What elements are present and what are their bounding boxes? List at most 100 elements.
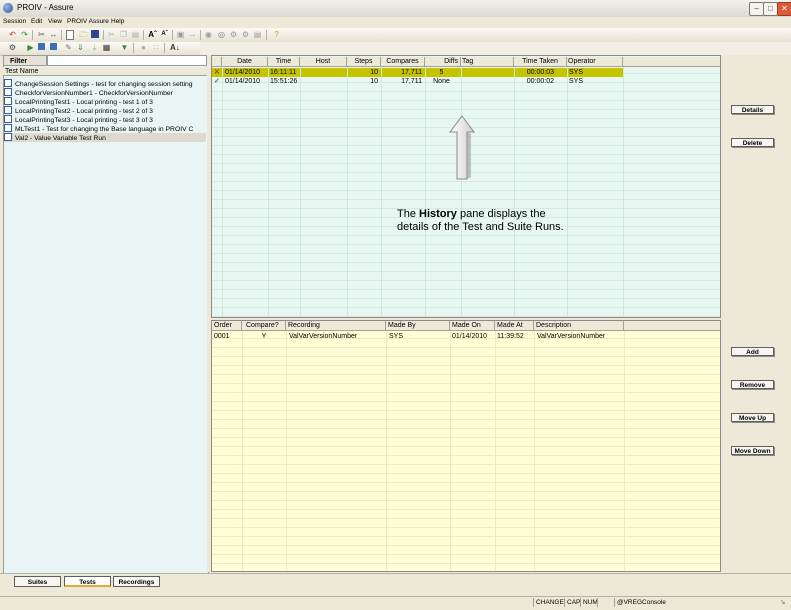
history-annotation: The History pane displays the details of… [397, 208, 567, 234]
list-item[interactable]: LocalPrintingTest3 - Local printing - te… [4, 115, 206, 124]
history-col-tag[interactable]: Tag [461, 57, 514, 67]
maximize-button[interactable]: □ [763, 2, 778, 16]
details-button[interactable]: Details [731, 105, 774, 114]
remove-button[interactable]: Remove [731, 380, 774, 389]
cut-icon[interactable]: ✂ [37, 30, 46, 39]
history-col-time-taken[interactable]: Time Taken [514, 57, 567, 67]
font-increase-icon[interactable]: Aˆ [148, 30, 157, 39]
grid-line [386, 331, 387, 571]
history-col-time[interactable]: Time [268, 57, 300, 67]
status-bar [0, 596, 791, 610]
move-up-button[interactable]: Move Up [731, 413, 774, 422]
resize-grip-icon[interactable]: ↘ [778, 598, 785, 607]
font-decrease-icon[interactable]: Aˇ [160, 30, 169, 39]
help-icon[interactable]: ? [272, 30, 281, 39]
test-icon [4, 88, 12, 96]
table-row-selected[interactable]: ✕ 01/14/2010 16:11:11 10 17,711 5 00:00:… [212, 68, 623, 77]
grid-line [567, 67, 568, 317]
history-col-steps[interactable]: Steps [347, 57, 381, 67]
grid-icon[interactable] [38, 43, 45, 50]
status-mode: CHANGE [533, 598, 564, 607]
list-item-selected[interactable]: Val2 - Value Variable Test Run [4, 133, 206, 142]
menu-view[interactable]: View [48, 18, 62, 25]
history-date: 01/14/2010 [225, 69, 261, 76]
grid-line [222, 67, 223, 317]
menu-help[interactable]: Help [111, 18, 124, 25]
list-item[interactable]: ChangeSession Settings - test for changi… [4, 79, 206, 88]
history-time: 16:11:11 [270, 69, 297, 76]
close-button[interactable]: ✕ [777, 2, 791, 16]
add-test-icon[interactable]: ⚙ [8, 43, 17, 52]
menu-session[interactable]: Session [3, 18, 26, 25]
history-col-diffs[interactable]: Diffs [425, 57, 461, 67]
table-row[interactable]: 0001 Y ValVarVersionNumber SYS 01/14/201… [212, 332, 624, 341]
redo-icon[interactable]: ↷ [20, 30, 29, 39]
list-item[interactable]: CheckforVersionNumber1 - CheckforVersion… [4, 88, 206, 97]
grid-line [450, 331, 451, 571]
history-col-host[interactable]: Host [300, 57, 347, 67]
filter-icon[interactable]: ▼ [120, 43, 129, 52]
move-down-button[interactable]: Move Down [731, 446, 774, 455]
history-date: 01/14/2010 [225, 78, 261, 85]
play-all-icon[interactable]: ◎ [217, 30, 226, 39]
filter-label: Filter [3, 55, 47, 66]
table-icon[interactable] [50, 43, 57, 50]
list-item[interactable]: MLTest1 - Test for changing the Base lan… [4, 124, 206, 133]
paste-icon: ▤ [131, 30, 140, 39]
filter-input[interactable] [47, 55, 207, 66]
menu-proiv-assure[interactable]: PROIV Assure [67, 18, 109, 25]
history-time: 15:51:26 [270, 78, 298, 85]
add-button[interactable]: Add [731, 347, 774, 356]
grid-line [347, 67, 348, 317]
history-steps: 10 [370, 78, 378, 85]
minimize-button[interactable]: – [749, 2, 764, 16]
arrows-icon[interactable]: ↔ [49, 30, 58, 39]
tree-icon: ∷ [152, 43, 159, 52]
recordings-col-order[interactable]: Order [212, 321, 242, 331]
save-icon[interactable] [91, 30, 99, 38]
tab-tests[interactable]: Tests [64, 576, 111, 587]
toolbar-separator [200, 30, 201, 40]
recordings-col-description[interactable]: Description [534, 321, 624, 331]
grid-line [242, 331, 243, 571]
recordings-col-recording[interactable]: Recording [286, 321, 386, 331]
test-name-header[interactable]: Test Name [3, 67, 207, 76]
list-item[interactable]: LocalPrintingTest2 - Local printing - te… [4, 106, 206, 115]
recording-compare: Y [261, 333, 267, 340]
test-label: LocalPrintingTest2 - Local printing - te… [15, 108, 153, 115]
undo-icon[interactable]: ↶ [8, 30, 17, 39]
link-icon: → [188, 30, 197, 39]
tab-suites[interactable]: Suites [14, 576, 61, 587]
toolbar-separator [143, 30, 144, 40]
table-row[interactable]: ✓ 01/14/2010 15:51:26 10 17,711 None 00:… [212, 77, 623, 86]
recordings-col-made-by[interactable]: Made By [386, 321, 450, 331]
history-diffs: None [433, 78, 450, 85]
recordings-col-compare[interactable]: Compare? [242, 321, 286, 331]
sort-icon[interactable]: A↓ [170, 43, 180, 52]
annotation-bold: History [419, 208, 457, 220]
menu-bar: Session Edit View PROIV Assure Help [0, 17, 791, 27]
list-item[interactable]: LocalPrintingTest1 - Local printing - te… [4, 97, 206, 106]
grid-line [300, 67, 301, 317]
test-label: LocalPrintingTest1 - Local printing - te… [15, 99, 153, 106]
menu-edit[interactable]: Edit [31, 18, 42, 25]
import-icon[interactable]: ⇓ [76, 43, 85, 52]
test-icon [4, 97, 12, 105]
toolbar-separator [61, 30, 62, 40]
export-icon[interactable]: ▦ [102, 43, 111, 52]
edit-icon[interactable]: ✎ [64, 43, 73, 52]
run-icon[interactable]: ▶ [26, 43, 35, 52]
new-file-icon[interactable] [66, 30, 74, 40]
recordings-col-made-on[interactable]: Made On [450, 321, 495, 331]
history-col-operator[interactable]: Operator [567, 57, 623, 67]
status-session: @VREGConsole [614, 598, 666, 607]
tab-recordings[interactable]: Recordings [113, 576, 160, 587]
recording-order: 0001 [214, 333, 230, 340]
open-folder-icon[interactable]: 🗁 [79, 30, 89, 39]
grid-line [461, 67, 462, 317]
history-col-date[interactable]: Date [222, 57, 268, 67]
delete-button[interactable]: Delete [731, 138, 774, 147]
recordings-col-made-at[interactable]: Made At [495, 321, 534, 331]
history-col-compares[interactable]: Compares [381, 57, 425, 67]
download-icon: ⇣ [91, 43, 98, 52]
